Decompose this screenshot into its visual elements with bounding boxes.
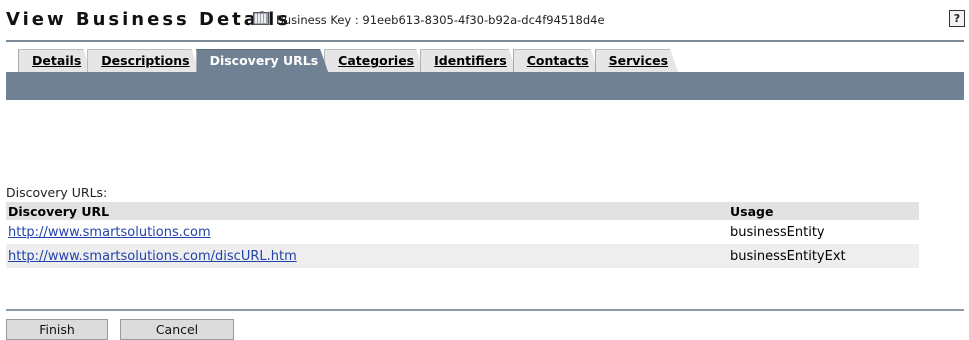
usage-cell: businessEntityExt <box>728 244 919 268</box>
business-key: Business Key : 91eeb613-8305-4f30-b92a-d… <box>276 13 605 27</box>
tab-descriptions[interactable]: Descriptions <box>87 49 199 72</box>
discovery-url-link[interactable]: http://www.smartsolutions.com <box>8 225 211 240</box>
column-header-usage: Usage <box>728 202 919 220</box>
help-icon[interactable]: ? <box>949 10 965 27</box>
calendar-icon <box>253 12 269 25</box>
discovery-url-link[interactable]: http://www.smartsolutions.com/discURL.ht… <box>8 249 297 264</box>
header-divider <box>6 40 964 42</box>
url-cell: http://www.smartsolutions.com <box>6 220 728 244</box>
tab-contacts[interactable]: Contacts <box>513 49 599 72</box>
tab-categories[interactable]: Categories <box>324 49 424 72</box>
footer-divider <box>6 309 964 311</box>
url-cell: http://www.smartsolutions.com/discURL.ht… <box>6 244 728 268</box>
tab-strip: Details Descriptions Discovery URLs Cate… <box>18 49 674 72</box>
page-header: View Business Details Business Key : 91e… <box>6 8 965 34</box>
usage-cell: businessEntity <box>730 224 825 240</box>
section-label: Discovery URLs: <box>6 185 108 200</box>
cancel-button[interactable]: Cancel <box>120 319 234 340</box>
discovery-url-table: Discovery URL Usage http://www.smartsolu… <box>6 202 919 268</box>
tab-content-bar <box>6 72 964 100</box>
table-row: http://www.smartsolutions.com/discURL.ht… <box>6 244 919 268</box>
page-title: View Business Details <box>6 9 291 30</box>
tab-services[interactable]: Services <box>595 49 678 72</box>
finish-button[interactable]: Finish <box>6 319 108 340</box>
tab-discovery-urls[interactable]: Discovery URLs <box>196 49 329 72</box>
tab-identifiers[interactable]: Identifiers <box>420 49 517 72</box>
tab-details[interactable]: Details <box>18 49 91 72</box>
column-header-discovery-url: Discovery URL <box>6 202 728 220</box>
table-row: http://www.smartsolutions.com businessEn… <box>6 220 919 244</box>
